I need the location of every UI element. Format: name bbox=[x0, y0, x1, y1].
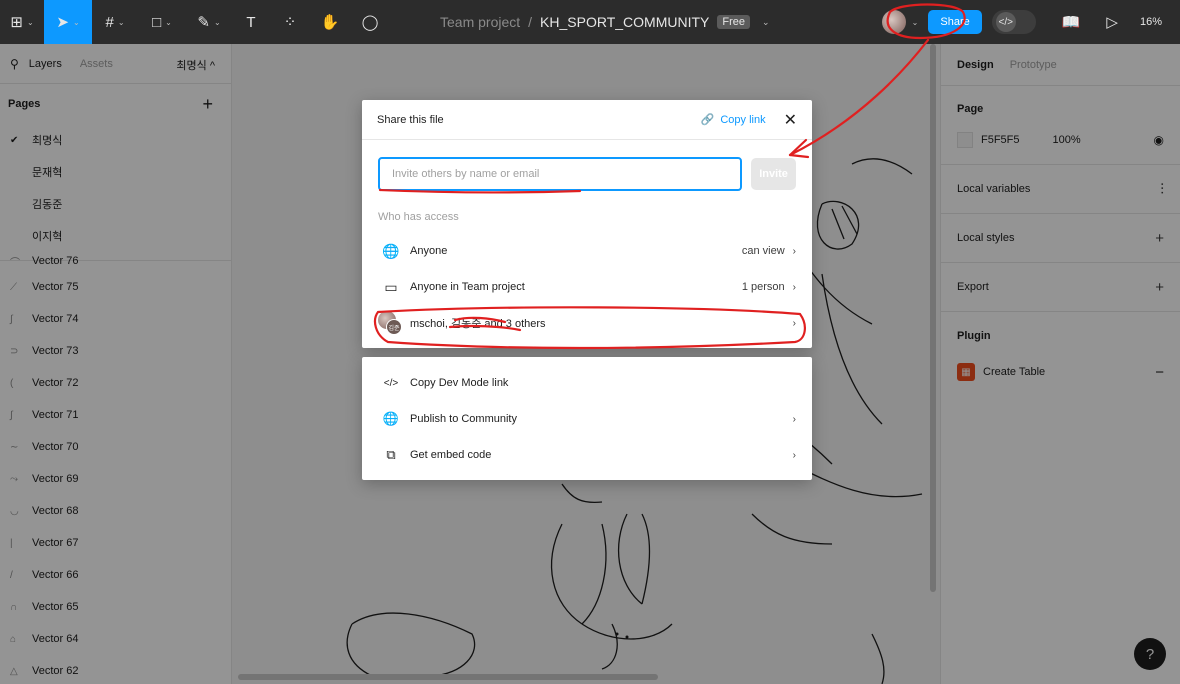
shape-tool-icon[interactable]: □ ⌄ bbox=[138, 0, 186, 44]
menu-item-publish-community[interactable]: 🌐 Publish to Community › bbox=[362, 401, 812, 437]
menu-item-label: Get embed code bbox=[410, 449, 492, 461]
access-value[interactable]: 1 person bbox=[742, 281, 785, 293]
chevron-right-icon: › bbox=[792, 413, 796, 425]
code-icon: </> bbox=[995, 12, 1016, 32]
who-has-access-label: Who has access bbox=[378, 211, 459, 223]
access-label: mschoi, 김동준 and 3 others bbox=[410, 318, 546, 330]
hand-tool-icon[interactable]: ✋ bbox=[310, 0, 350, 44]
text-tool-icon[interactable]: T bbox=[232, 0, 270, 44]
access-label: Anyone bbox=[410, 245, 448, 257]
chevron-right-icon: › bbox=[792, 317, 796, 329]
resources-icon[interactable]: ⁘ bbox=[270, 0, 310, 44]
access-members[interactable]: 김준 mschoi, 김동준 and 3 others › bbox=[362, 305, 812, 341]
figma-menu-icon[interactable]: ⊞ ⌄ bbox=[0, 0, 44, 44]
present-icon[interactable]: ▷ bbox=[1106, 13, 1118, 31]
chevron-right-icon: › bbox=[792, 449, 796, 461]
team-name[interactable]: Team project bbox=[440, 14, 520, 30]
menu-item-copy-dev-link[interactable]: </> Copy Dev Mode link bbox=[362, 365, 812, 401]
library-icon[interactable]: 📖 bbox=[1062, 13, 1081, 31]
chevron-down-icon[interactable]: ⌄ bbox=[912, 18, 919, 27]
share-button[interactable]: Share bbox=[928, 10, 982, 34]
avatar: 김준 bbox=[386, 319, 402, 335]
share-dialog-header: Share this file 🔗 Copy link ✕ bbox=[362, 100, 812, 140]
menu-item-label: Publish to Community bbox=[410, 413, 517, 425]
access-value[interactable]: can view bbox=[742, 245, 785, 257]
dev-mode-toggle[interactable]: </> bbox=[991, 10, 1036, 34]
globe-icon: 🌐 bbox=[382, 411, 400, 426]
comment-tool-icon[interactable]: ◯ bbox=[350, 0, 390, 44]
pen-tool-icon[interactable]: ✎ ⌄ bbox=[186, 0, 232, 44]
link-icon: 🔗 bbox=[700, 114, 715, 126]
plan-badge: Free bbox=[717, 15, 750, 29]
access-team[interactable]: ▭ Anyone in Team project 1 person › bbox=[362, 269, 812, 305]
toolbar-right: ⌄ Share </> 📖 ▷ 16% bbox=[881, 0, 1180, 44]
move-tool-icon[interactable]: ➤ ⌄ bbox=[44, 0, 92, 44]
copy-link-button[interactable]: 🔗 Copy link bbox=[700, 113, 766, 127]
avatars-icon: 김준 bbox=[378, 311, 402, 335]
menu-item-label: Copy Dev Mode link bbox=[410, 377, 509, 389]
access-anyone[interactable]: 🌐 Anyone can view › bbox=[362, 233, 812, 269]
access-label: Anyone in Team project bbox=[410, 281, 525, 293]
embed-icon: ⧉ bbox=[386, 447, 396, 462]
title-separator: / bbox=[528, 14, 533, 30]
zoom-level[interactable]: 16% bbox=[1140, 16, 1162, 28]
top-toolbar: ⊞ ⌄ ➤ ⌄ # ⌄ □ ⌄ ✎ ⌄ T ⁘ ✋ ◯ Team project / KH… bbox=[0, 0, 1180, 44]
chevron-down-icon[interactable]: ⌄ bbox=[762, 17, 770, 28]
frame-tool-icon[interactable]: # ⌄ bbox=[92, 0, 138, 44]
globe-icon: 🌐 bbox=[382, 242, 400, 259]
file-title[interactable]: Team project / KH_SPORT_COMMUNITY Free ⌄ bbox=[440, 0, 770, 44]
file-name[interactable]: KH_SPORT_COMMUNITY bbox=[540, 14, 709, 30]
menu-item-embed-code[interactable]: ⧉ Get embed code › bbox=[362, 437, 812, 473]
code-icon: </> bbox=[383, 377, 399, 389]
invite-input[interactable] bbox=[378, 157, 743, 191]
copy-link-label: Copy link bbox=[720, 113, 766, 126]
avatar[interactable] bbox=[881, 10, 906, 34]
chevron-right-icon: › bbox=[792, 281, 796, 293]
share-dialog-title: Share this file bbox=[377, 113, 444, 126]
share-dialog: Share this file 🔗 Copy link ✕ Invite Who … bbox=[362, 100, 812, 348]
folder-icon: ▭ bbox=[384, 278, 398, 295]
close-icon[interactable]: ✕ bbox=[784, 110, 797, 130]
share-more-menu: </> Copy Dev Mode link 🌐 Publish to Comm… bbox=[362, 357, 812, 480]
invite-button[interactable]: Invite bbox=[751, 158, 796, 190]
chevron-right-icon: › bbox=[792, 245, 796, 257]
invite-row: Invite bbox=[362, 140, 812, 191]
